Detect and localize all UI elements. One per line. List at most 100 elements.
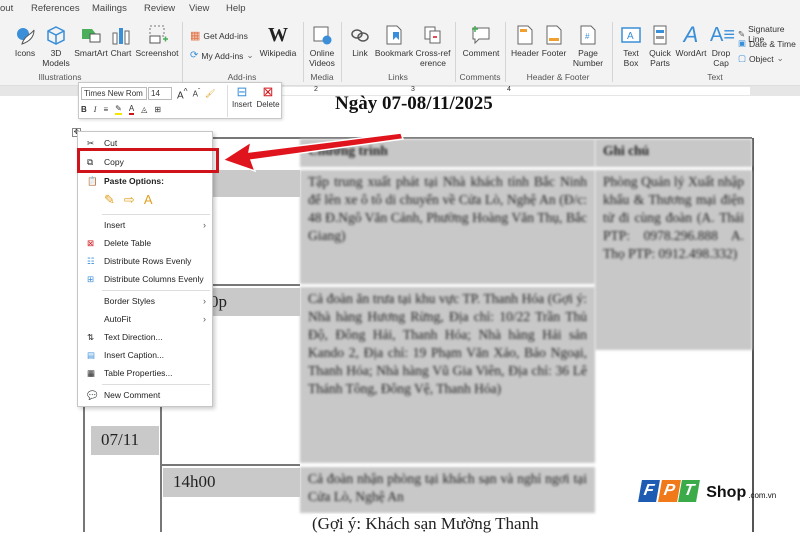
wikipedia-button[interactable]: W Wikipedia	[258, 24, 298, 58]
icons-button[interactable]: Icons	[11, 24, 39, 58]
program-cell[interactable]: Cả đoàn ăn trưa tại khu vực TP. Thanh Hó…	[300, 287, 595, 463]
paste-options-label: Paste Options:	[104, 176, 164, 186]
tab-review[interactable]: Review	[144, 3, 175, 14]
cube-icon	[47, 26, 65, 45]
tab-layout[interactable]: out	[0, 3, 13, 14]
calendar-icon: ▣	[738, 38, 747, 48]
menu-item-distribute-columns[interactable]: ⊞ Distribute Columns Evenly	[78, 270, 212, 288]
smartart-button[interactable]: SmartArt	[74, 24, 108, 58]
insert-caption-label: Insert Caption...	[104, 350, 165, 360]
paste-options-row: ✎ ⇨ A	[104, 192, 152, 208]
delete-table-icon: ⊠	[87, 237, 95, 248]
paste-merge-formatting-icon[interactable]: ⇨	[124, 192, 135, 208]
insert-table-button[interactable]: ⊟ Insert	[229, 84, 255, 109]
3d-models-button[interactable]: 3D Models	[40, 24, 72, 68]
ribbon: out References Mailings Review View Help…	[0, 0, 800, 86]
comment-button[interactable]: Comment	[460, 24, 502, 58]
divider	[612, 22, 613, 82]
header-button[interactable]: Header	[510, 24, 540, 58]
online-videos-label: Online Videos	[309, 48, 335, 68]
program-cell[interactable]: Tập trung xuất phát tại Nhà khách tỉnh B…	[300, 170, 595, 284]
get-addins-button[interactable]: ▦ Get Add-ins	[190, 29, 248, 42]
highlight-icon[interactable]: ✎	[115, 104, 122, 115]
delete-table-icon: ⊠	[262, 84, 274, 99]
table-properties-icon: ▦	[87, 367, 96, 378]
drop-cap-button[interactable]: A≡ Drop Cap	[708, 24, 735, 68]
tab-help[interactable]: Help	[226, 3, 246, 14]
caption-icon: ▤	[87, 349, 96, 360]
shrink-font-icon[interactable]: Aˇ	[193, 88, 201, 99]
borders-icon[interactable]: ⊞	[154, 105, 161, 114]
tab-view[interactable]: View	[189, 3, 209, 14]
tab-mailings[interactable]: Mailings	[92, 3, 127, 14]
delete-table-label: Delete Table	[104, 238, 152, 248]
menu-item-delete-table[interactable]: ⊠ Delete Table	[78, 234, 212, 252]
paste-icon: 📋	[87, 175, 98, 186]
comment-icon	[472, 26, 490, 45]
divider	[303, 22, 304, 82]
font-color-icon[interactable]: A	[128, 104, 135, 115]
cross-reference-icon	[424, 26, 441, 44]
online-videos-button[interactable]: Online Videos	[306, 24, 338, 68]
bookmark-button[interactable]: Bookmark	[374, 24, 414, 58]
grow-font-icon[interactable]: A^	[177, 86, 188, 101]
svg-text:A: A	[627, 31, 634, 42]
italic-button[interactable]: I	[94, 105, 97, 114]
divider	[182, 22, 183, 82]
delete-table-button[interactable]: ⊠ Delete	[255, 84, 281, 109]
paste-text-only-icon[interactable]: A	[144, 192, 153, 208]
program-cell[interactable]: Cả đoàn nhận phòng tại khách sạn và nghỉ…	[300, 467, 595, 513]
menu-item-new-comment[interactable]: 💬 New Comment	[78, 386, 212, 404]
smartart-icon	[82, 29, 101, 43]
font-size-input[interactable]: 14	[148, 87, 172, 101]
time-cell[interactable]: 14h00	[163, 468, 300, 497]
text-box-button[interactable]: A Text Box	[617, 24, 645, 68]
screenshot-button[interactable]: Screenshot	[135, 24, 179, 58]
fpt-shop-logo: F P T Shop .com.vn	[638, 480, 776, 502]
text-direction-icon: ⇅	[87, 331, 95, 342]
wordart-button[interactable]: A WordArt	[674, 24, 708, 59]
chart-button[interactable]: Chart	[109, 24, 133, 58]
menu-item-insert-caption[interactable]: ▤ Insert Caption...	[78, 346, 212, 364]
menu-item-border-styles[interactable]: Border Styles ›	[78, 292, 212, 310]
font-name-input[interactable]: Times New Rom	[81, 87, 147, 101]
cut-label: Cut	[104, 138, 118, 148]
menu-item-insert[interactable]: Insert ›	[78, 216, 212, 234]
smartart-label: SmartArt	[74, 48, 108, 58]
date-cell[interactable]: 07/11	[91, 426, 159, 455]
cross-reference-button[interactable]: Cross-reference	[414, 24, 452, 68]
paste-keep-formatting-icon[interactable]: ✎	[104, 192, 115, 208]
bold-button[interactable]: B	[81, 105, 87, 114]
quick-parts-icon	[653, 25, 667, 45]
divider	[341, 22, 342, 82]
menu-item-table-properties[interactable]: ▦ Table Properties...	[78, 364, 212, 382]
footer-button[interactable]: Footer	[540, 24, 568, 58]
menu-item-autofit[interactable]: AutoFit ›	[78, 310, 212, 328]
group-header-footer: Header & Footer	[526, 72, 590, 82]
footer-icon	[546, 25, 562, 45]
group-text: Text	[707, 72, 723, 82]
distribute-columns-label: Distribute Columns Evenly	[104, 274, 204, 284]
page-number-button[interactable]: # Page Number	[568, 24, 608, 68]
tab-references[interactable]: References	[31, 3, 80, 14]
link-button[interactable]: Link	[348, 24, 372, 58]
menu-item-text-direction[interactable]: ⇅ Text Direction...	[78, 328, 212, 346]
object-button[interactable]: ▢ Object ⌄	[738, 53, 784, 64]
date-time-button[interactable]: ▣ Date & Time	[738, 38, 796, 49]
wikipedia-icon: W	[268, 24, 288, 46]
format-painter-icon[interactable]: 🖌	[205, 89, 215, 98]
my-addins-button[interactable]: ⟳ My Add-ins ⌄	[190, 50, 254, 61]
notes-cell[interactable]: Phòng Quản lý Xuất nhập khẩu & Thương mạ…	[595, 170, 752, 350]
center-align-icon[interactable]: ≡	[103, 105, 108, 114]
copy-highlight-box	[77, 148, 219, 173]
delete-label: Delete	[256, 100, 280, 109]
shading-icon[interactable]: ◬	[141, 105, 147, 114]
quick-parts-button[interactable]: Quick Parts	[646, 24, 674, 68]
group-addins: Add-ins	[227, 72, 257, 82]
video-icon	[313, 26, 332, 45]
scissors-icon: ✂	[87, 137, 95, 148]
chart-icon	[112, 28, 130, 45]
drop-cap-label: Drop Cap	[711, 48, 731, 68]
menu-item-distribute-rows[interactable]: ☷ Distribute Rows Evenly	[78, 252, 212, 270]
logo-t: T	[678, 480, 701, 502]
